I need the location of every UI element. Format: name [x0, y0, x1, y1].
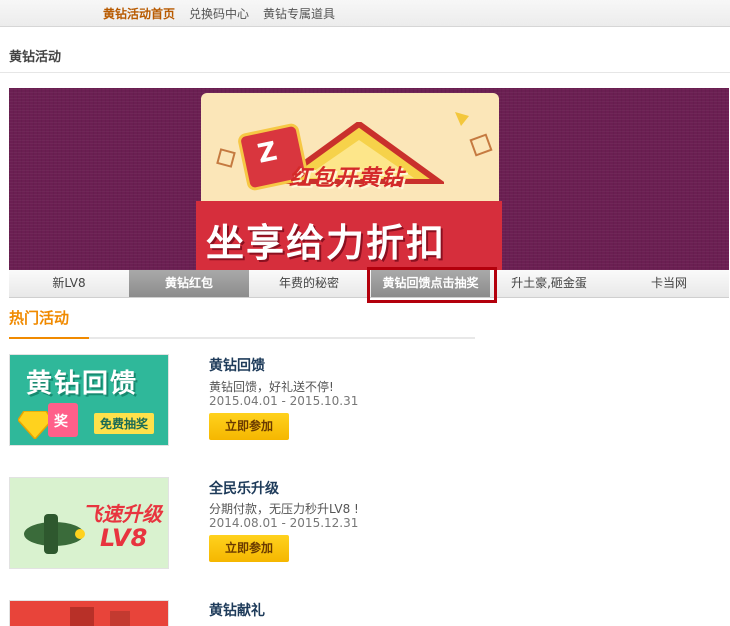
top-nav: 黄钻活动首页 兑换码中心 黄钻专属道具 [0, 0, 730, 27]
join-button[interactable]: 立即参加 [209, 535, 289, 562]
thumb-badge: 免费抽奖 [94, 413, 155, 434]
activity-date: 2014.08.01 - 2015.12.31 [209, 516, 359, 530]
tab-red-packet[interactable]: 黄钻红包 [129, 270, 249, 297]
activity-description: 黄钻回馈，好礼送不停! [209, 380, 334, 394]
section-rule-accent [9, 337, 89, 339]
airplane-icon [24, 514, 85, 554]
nav-link-code-center[interactable]: 兑换码中心 [189, 5, 249, 22]
activity-thumbnail[interactable]: 飞速升级 LV8 [9, 477, 169, 569]
nav-link-exclusive-items[interactable]: 黄钻专属道具 [263, 5, 335, 22]
building-graphic [70, 607, 94, 626]
divider [0, 72, 730, 73]
diamond-icon [216, 148, 236, 168]
building-graphic [110, 611, 130, 626]
tab-kadang[interactable]: 卡当网 [609, 270, 729, 297]
sparkle-icon [455, 112, 469, 126]
nav-link-home[interactable]: 黄钻活动首页 [103, 5, 175, 22]
activity-date: 2015.04.01 - 2015.10.31 [209, 394, 359, 408]
banner-subtitle: 红包开黄钻 [289, 166, 405, 191]
activity-thumbnail[interactable]: 黄钻回馈 奖 免费抽奖 [9, 354, 169, 446]
activity-thumbnail[interactable] [9, 600, 169, 626]
promo-banner[interactable]: Z 红包开黄钻 坐享给力折扣 [9, 88, 729, 270]
thumb-headline: 飞速升级 [82, 502, 162, 526]
activity-name[interactable]: 黄钻回馈 [209, 355, 265, 375]
activity-description: 分期付款，无压力秒升LV8 ! [209, 502, 359, 516]
page-title: 黄钻活动 [9, 50, 62, 65]
diamond-icon [469, 133, 493, 157]
tab-annual-secret[interactable]: 年费的秘密 [249, 270, 369, 297]
fist-glyph: Z [255, 136, 280, 170]
thumb-subheadline: LV8 [100, 524, 148, 552]
highlight-annotation [367, 267, 497, 303]
thumb-headline: 黄钻回馈 [26, 369, 139, 399]
tab-golden-egg[interactable]: 升土豪,砸金蛋 [489, 270, 609, 297]
activity-name[interactable]: 全民乐升级 [209, 478, 279, 498]
join-button[interactable]: 立即参加 [209, 413, 289, 440]
banner-headline: 坐享给力折扣 [206, 221, 447, 265]
diamond-icon [18, 411, 52, 439]
tab-new-lv8[interactable]: 新LV8 [9, 270, 129, 297]
activity-name[interactable]: 黄钻献礼 [209, 600, 265, 620]
gift-bag-text: 奖 [54, 414, 68, 430]
section-title: 热门活动 [9, 309, 70, 327]
gift-bag-icon: 奖 [48, 403, 78, 437]
